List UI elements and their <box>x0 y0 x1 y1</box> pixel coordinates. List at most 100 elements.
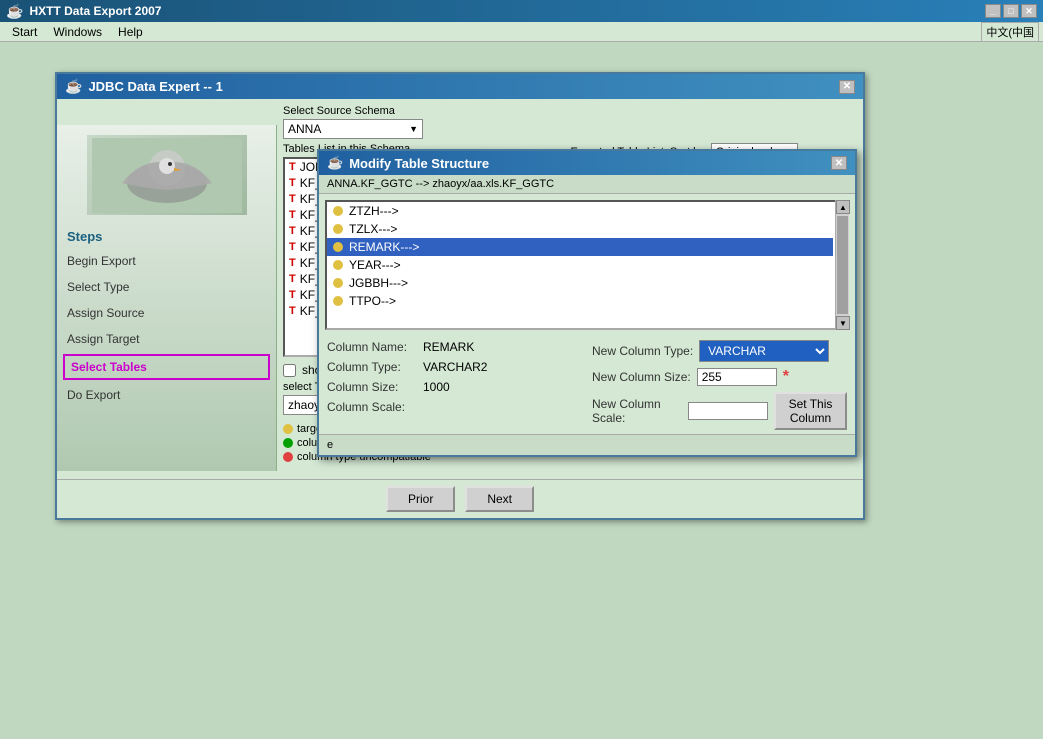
step-assign-source[interactable]: Assign Source <box>57 300 276 326</box>
close-app-button[interactable]: ✕ <box>1021 4 1037 18</box>
legend-dot-yellow <box>283 424 293 434</box>
legend-dot-red <box>283 452 293 462</box>
table-icon-6: T <box>289 257 296 269</box>
column-item-ZTZH[interactable]: ZTZH---> <box>327 202 833 220</box>
legend-dot-green-1 <box>283 438 293 448</box>
set-column-button[interactable]: Set This Column <box>774 392 847 430</box>
dialog-icon: ☕ <box>65 78 82 95</box>
new-column-type-select-row: VARCHAR CHAR INTEGER NUMBER DATE <box>699 340 829 362</box>
error-indicator: * <box>783 368 789 386</box>
minimize-button[interactable]: _ <box>985 4 1001 18</box>
menu-start[interactable]: Start <box>4 23 45 41</box>
menu-help[interactable]: Help <box>110 23 151 41</box>
column-type-label: Column Type: <box>327 360 417 374</box>
col-dot-TZLX <box>333 224 343 234</box>
scroll-up-button[interactable]: ▲ <box>836 200 850 214</box>
main-dialog: ☕ JDBC Data Expert -- 1 ✕ <box>55 72 865 520</box>
show-tables-checkbox[interactable] <box>283 364 296 377</box>
column-item-YEAR[interactable]: YEAR---> <box>327 256 833 274</box>
step-select-tables[interactable]: Select Tables <box>63 354 270 380</box>
modify-modal-title-bar: ☕ Modify Table Structure ✕ <box>319 151 855 175</box>
col-label-ZTZH: ZTZH---> <box>349 204 399 218</box>
step-do-export[interactable]: Do Export <box>57 382 276 408</box>
table-icon-1: T <box>289 177 296 189</box>
col-label-YEAR: YEAR---> <box>349 258 401 272</box>
menu-bar: Start Windows Help 中文(中国 <box>0 22 1043 42</box>
table-icon-4: T <box>289 225 296 237</box>
right-details: New Column Type: VARCHAR CHAR INTEGER NU… <box>592 340 847 430</box>
column-list[interactable]: ZTZH---> TZLX---> REMARK---> <box>325 200 849 330</box>
column-type-row: Column Type: VARCHAR2 <box>327 360 582 374</box>
title-controls: _ □ ✕ <box>985 4 1037 18</box>
column-type-value: VARCHAR2 <box>423 360 487 374</box>
column-item-TZLX[interactable]: TZLX---> <box>327 220 833 238</box>
new-column-scale-label: New Column Scale: <box>592 397 682 425</box>
column-name-value: REMARK <box>423 340 474 354</box>
scroll-down-button[interactable]: ▼ <box>836 316 850 330</box>
main-dialog-close-button[interactable]: ✕ <box>839 80 855 94</box>
eagle-logo <box>87 135 247 215</box>
column-list-container: ZTZH---> TZLX---> REMARK---> <box>325 200 849 330</box>
table-icon-5: T <box>289 241 296 253</box>
col-dot-JGBBH <box>333 278 343 288</box>
main-dialog-title-bar: ☕ JDBC Data Expert -- 1 ✕ <box>57 74 863 99</box>
new-column-type-select[interactable]: VARCHAR CHAR INTEGER NUMBER DATE <box>699 340 829 362</box>
modify-modal-close-button[interactable]: ✕ <box>831 156 847 170</box>
table-icon-7: T <box>289 273 296 285</box>
steps-panel: Steps Begin Export Select Type Assign So… <box>57 125 277 471</box>
source-schema-value: ANNA <box>288 122 409 136</box>
new-column-size-input[interactable] <box>697 368 777 386</box>
col-label-REMARK: REMARK---> <box>349 240 419 254</box>
maximize-button[interactable]: □ <box>1003 4 1019 18</box>
new-column-size-row: New Column Size: * <box>592 368 847 386</box>
new-column-type-label: New Column Type: <box>592 344 693 358</box>
column-size-value: 1000 <box>423 380 450 394</box>
content-area: Select Source Schema ANNA ▼ Tables List … <box>277 99 860 471</box>
column-details: Column Name: REMARK Column Type: VARCHAR… <box>319 336 855 434</box>
column-size-label: Column Size: <box>327 380 417 394</box>
app-title-bar: ☕ HXTT Data Export 2007 _ □ ✕ <box>0 0 1043 22</box>
next-button[interactable]: Next <box>465 486 534 512</box>
col-label-TTPO: TTPO--> <box>349 294 396 308</box>
scroll-thumb <box>837 216 848 314</box>
column-item-REMARK[interactable]: REMARK---> <box>327 238 833 256</box>
step-begin-export[interactable]: Begin Export <box>57 248 276 274</box>
new-column-type-row: New Column Type: VARCHAR CHAR INTEGER NU… <box>592 340 847 362</box>
step-assign-target[interactable]: Assign Target <box>57 326 276 352</box>
col-dot-TTPO <box>333 296 343 306</box>
table-icon-2: T <box>289 193 296 205</box>
new-column-size-label: New Column Size: <box>592 370 691 384</box>
new-column-scale-input[interactable] <box>688 402 768 420</box>
menu-windows[interactable]: Windows <box>45 23 110 41</box>
new-column-scale-row: New Column Scale: Set This Column <box>592 392 847 430</box>
modify-modal-icon: ☕ <box>327 155 343 171</box>
table-icon-0: T <box>289 161 296 173</box>
modify-modal: ☕ Modify Table Structure ✕ ANNA.KF_GGTC … <box>317 149 857 457</box>
prior-button[interactable]: Prior <box>386 486 455 512</box>
col-dot-ZTZH <box>333 206 343 216</box>
step-select-type[interactable]: Select Type <box>57 274 276 300</box>
column-name-row: Column Name: REMARK <box>327 340 582 354</box>
table-icon-9: T <box>289 305 296 317</box>
column-scale-label: Column Scale: <box>327 400 417 414</box>
table-icon-3: T <box>289 209 296 221</box>
table-icon-8: T <box>289 289 296 301</box>
column-size-row: Column Size: 1000 <box>327 380 582 394</box>
column-scale-row: Column Scale: <box>327 400 582 414</box>
steps-label: Steps <box>57 225 276 248</box>
source-schema-select[interactable]: ANNA ▼ <box>283 119 423 139</box>
app-title: HXTT Data Export 2007 <box>29 4 161 18</box>
language-indicator: 中文(中国 <box>981 22 1039 42</box>
column-name-label: Column Name: <box>327 340 417 354</box>
modify-modal-subtitle: ANNA.KF_GGTC --> zhaoyx/aa.xls.KF_GGTC <box>319 175 855 194</box>
modal-note-text: e <box>327 439 333 451</box>
source-schema-dropdown-icon[interactable]: ▼ <box>409 124 418 134</box>
col-label-JGBBH: JGBBH---> <box>349 276 408 290</box>
left-details: Column Name: REMARK Column Type: VARCHAR… <box>327 340 582 430</box>
modify-modal-title: Modify Table Structure <box>349 156 489 171</box>
column-item-JGBBH[interactable]: JGBBH---> <box>327 274 833 292</box>
column-item-TTPO[interactable]: TTPO--> <box>327 292 833 310</box>
col-dot-YEAR <box>333 260 343 270</box>
nav-buttons: Prior Next <box>57 479 863 518</box>
app-icon: ☕ <box>6 3 23 20</box>
